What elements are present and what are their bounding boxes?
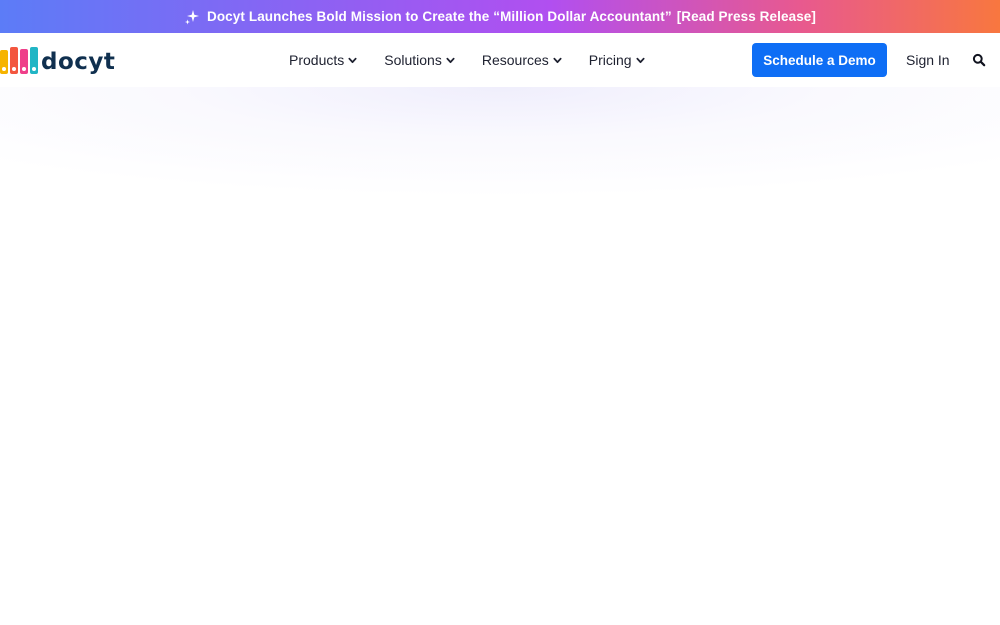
site-header: docyt Products Solutions Resources Prici… [0,33,1000,87]
nav-solutions-label: Solutions [384,52,442,68]
nav-pricing-label: Pricing [588,52,632,68]
nav-products[interactable]: Products [289,52,357,68]
sparkle-icon [184,9,199,24]
logo-mark-icon [0,46,38,74]
nav-solutions[interactable]: Solutions [384,52,455,68]
nav-products-label: Products [289,52,345,68]
chevron-down-icon [348,57,357,63]
logo-text: docyt [41,48,116,75]
nav-resources[interactable]: Resources [482,52,562,68]
chevron-down-icon [446,57,455,63]
chevron-down-icon [636,57,645,63]
press-release-link[interactable]: [Read Press Release] [677,9,816,24]
chevron-down-icon [553,57,562,63]
nav-pricing[interactable]: Pricing [589,52,645,68]
docyt-logo[interactable]: docyt [0,46,115,74]
hero-section [0,87,1000,625]
announcement-text: Docyt Launches Bold Mission to Create th… [206,9,672,24]
search-icon[interactable] [972,53,986,67]
sign-in-link[interactable]: Sign In [906,52,950,68]
announcement-bar[interactable]: Docyt Launches Bold Mission to Create th… [0,0,1000,33]
main-nav: Products Solutions Resources Pricing [289,33,672,87]
schedule-demo-button[interactable]: Schedule a Demo [752,43,887,77]
nav-resources-label: Resources [481,52,549,68]
